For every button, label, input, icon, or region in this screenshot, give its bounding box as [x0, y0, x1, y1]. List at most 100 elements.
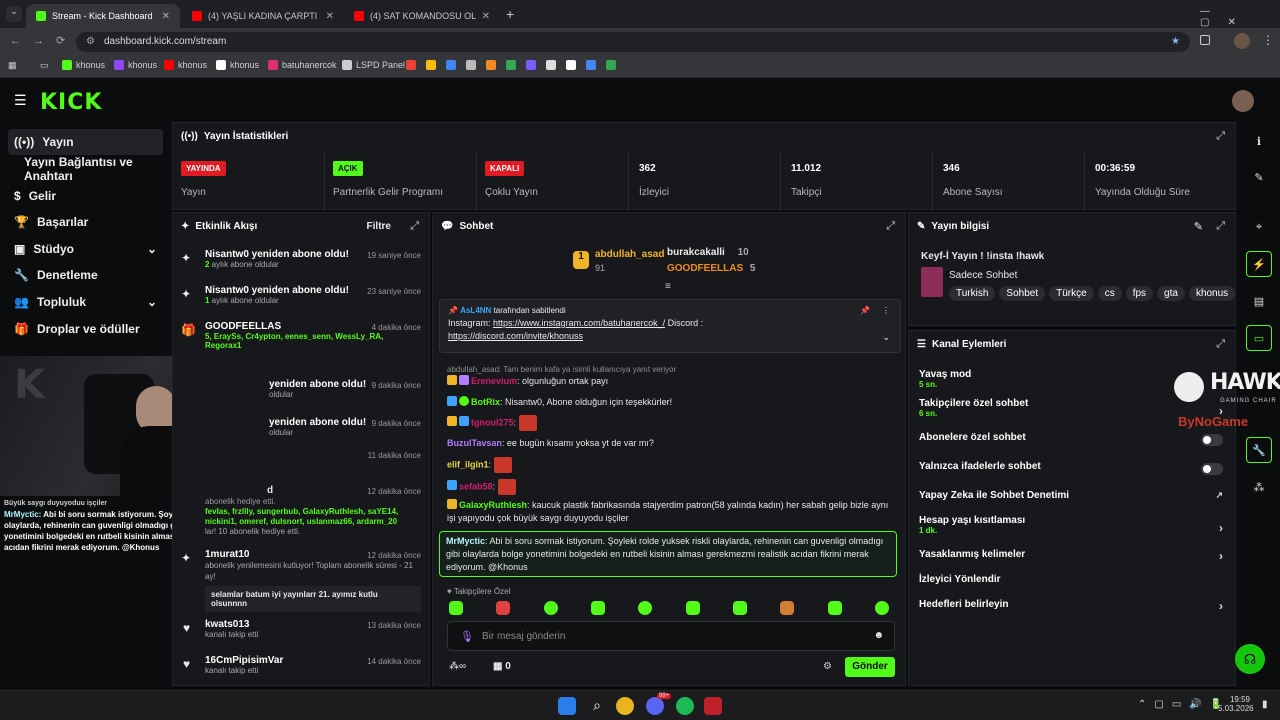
emote-icon[interactable]: [590, 601, 605, 615]
search-icon[interactable]: ⌕: [588, 697, 606, 715]
spotify-icon[interactable]: [676, 697, 694, 715]
bookmark-instagram[interactable]: batuhanercok: [268, 60, 337, 70]
emote-icon[interactable]: [685, 601, 700, 615]
points-count[interactable]: ▦ 0: [493, 661, 511, 672]
points-icon[interactable]: ⁂∞: [449, 661, 466, 672]
action-emote-only[interactable]: Yalnızca ifadelerle sohbet: [919, 461, 1229, 475]
emote-icon[interactable]: [732, 601, 747, 615]
sidebar-item-droplar[interactable]: 🎁 Droplar ve ödüller: [8, 316, 163, 342]
expand-icon[interactable]: ⤢: [1216, 130, 1225, 143]
tag[interactable]: cs: [1097, 286, 1122, 301]
sidebar-item-denetleme[interactable]: 🔧 Denetleme: [8, 262, 163, 288]
site-info-icon[interactable]: ⚙: [86, 32, 95, 52]
discord-icon[interactable]: [646, 697, 664, 715]
folder-icon[interactable]: ▭: [40, 60, 49, 71]
chrome-icon[interactable]: [616, 697, 634, 715]
emote-icon[interactable]: [449, 601, 463, 615]
sidebar-item-studyo[interactable]: ▣ Stüdyo ⌄: [8, 236, 163, 262]
close-icon[interactable]: ✕: [326, 11, 334, 22]
chevron-down-icon[interactable]: ⌄: [882, 331, 890, 344]
action-host[interactable]: İzleyici Yönlendir: [919, 574, 1229, 585]
bookmark-icons[interactable]: [406, 60, 616, 70]
support-headset-icon[interactable]: ☊: [1235, 644, 1265, 674]
action-goals[interactable]: Hedefleri belirleyin ›: [919, 599, 1229, 613]
send-button[interactable]: Gönder: [845, 657, 895, 677]
document-icon[interactable]: ▤: [1246, 288, 1272, 314]
collapse-icon[interactable]: ≡: [665, 281, 671, 292]
nav-buttons[interactable]: ←→⟳: [10, 34, 77, 47]
tab-youtube-1[interactable]: (4) YAŞLI KADINA ÇARPTI! Türk ✕: [182, 4, 344, 28]
action-account-age[interactable]: Hesap yaşı kısıtlaması 1 dk. ›: [919, 515, 1229, 535]
star-icon[interactable]: ★: [1171, 32, 1180, 52]
bookmark-khonus-x[interactable]: khonus: [216, 60, 259, 70]
emote-icon[interactable]: [827, 601, 842, 615]
emote-only-toggle[interactable]: [1201, 463, 1223, 475]
tab-kick-dashboard[interactable]: Stream - Kick Dashboard ✕: [26, 4, 180, 28]
emote-icon[interactable]: [638, 601, 653, 615]
system-tray-icons[interactable]: ⌃▢▭🔊🔋: [1138, 699, 1230, 710]
pencil-icon[interactable]: ✎: [1246, 164, 1272, 190]
action-ai-moderation[interactable]: Yapay Zeka ile Sohbet Denetimi ↗: [919, 490, 1229, 501]
sidebar-item-yayin[interactable]: ((•)) Yayın: [8, 129, 163, 155]
bolt-icon[interactable]: ⚡: [1246, 251, 1272, 277]
tag[interactable]: gta: [1157, 286, 1185, 301]
expand-icon[interactable]: ⤢: [1216, 220, 1225, 233]
focus-icon[interactable]: ⌖: [1246, 214, 1272, 240]
tab-youtube-2[interactable]: (4) SAT KOMANDOSU OLMAYI ✕: [344, 4, 500, 28]
expand-icon[interactable]: ⤢: [886, 220, 895, 233]
windows-start-icon[interactable]: [558, 697, 576, 715]
instagram-link[interactable]: https://www.instagram.com/batuhanercok_/: [493, 318, 665, 328]
category-name[interactable]: Sadece Sohbet: [949, 270, 1017, 281]
sidebar-item-stream-key[interactable]: Yayın Bağlantısı ve Anahtarı: [8, 155, 163, 183]
info-icon[interactable]: ℹ: [1246, 128, 1272, 154]
apps-icon[interactable]: ▦: [8, 60, 17, 71]
chat-input[interactable]: 🎙 Bir mesaj gönderin ☻: [447, 621, 895, 651]
new-tab-icon[interactable]: +: [506, 6, 514, 22]
sidebar-item-basarilar[interactable]: 🏆 Başarılar: [8, 209, 163, 235]
emote-icon[interactable]: [543, 601, 558, 615]
tag[interactable]: Türkçe: [1049, 286, 1094, 301]
more-icon[interactable]: ⋮: [882, 304, 890, 317]
sidebar-item-gelir[interactable]: $ Gelir: [8, 183, 163, 209]
bookmark-khonus-youtube[interactable]: khonus: [164, 60, 207, 70]
hamburger-menu-icon[interactable]: ☰: [14, 92, 27, 109]
points-rail-icon[interactable]: ⁂: [1246, 474, 1272, 500]
discord-link[interactable]: https://discord.com/invite/khonuss: [448, 331, 583, 341]
emote-icon[interactable]: [874, 601, 889, 615]
clock[interactable]: 19:59 5.03.2026: [1218, 695, 1254, 713]
notification-icon[interactable]: ▮: [1262, 699, 1268, 710]
extensions-icon[interactable]: [1200, 35, 1210, 45]
subscribers-only-toggle[interactable]: [1201, 434, 1223, 446]
filter-button[interactable]: Filtre: [367, 221, 391, 232]
tag[interactable]: fps: [1125, 286, 1154, 301]
tab-search-icon[interactable]: ⌄: [6, 6, 22, 22]
pin-icon[interactable]: 📌: [860, 304, 870, 317]
emote-icon[interactable]: [496, 601, 511, 615]
edit-icon[interactable]: ✎: [1194, 220, 1203, 233]
bookmark-khonus-kick[interactable]: khonus: [62, 60, 105, 70]
action-banned-words[interactable]: Yasaklanmış kelimeler ›: [919, 549, 1229, 563]
tag[interactable]: Sohbet: [999, 286, 1046, 301]
chat-settings-icon[interactable]: ⚙: [823, 661, 832, 672]
window-controls[interactable]: —▢✕: [1200, 6, 1280, 28]
sidebar-item-topluluk[interactable]: 👥 Topluluk ⌄: [8, 289, 163, 315]
wrench-rail-icon[interactable]: 🔧: [1246, 437, 1272, 463]
tag[interactable]: khonus: [1188, 286, 1236, 301]
mic-icon[interactable]: 🎙: [460, 630, 474, 643]
bookmark-khonus-twitch[interactable]: khonus: [114, 60, 157, 70]
bookmark-lspd[interactable]: LSPD Panel: [342, 60, 405, 70]
chat-rail-icon[interactable]: ▭: [1246, 325, 1272, 351]
expand-icon[interactable]: ⤢: [1216, 338, 1225, 351]
menu-dots-icon[interactable]: ⋮: [1262, 33, 1274, 47]
user-avatar[interactable]: [1232, 90, 1254, 112]
emoji-icon[interactable]: ☻: [873, 630, 884, 641]
close-icon[interactable]: ✕: [482, 11, 490, 22]
tag[interactable]: Turkish: [949, 286, 996, 301]
app-icon[interactable]: [704, 697, 722, 715]
kick-logo[interactable]: KICK: [40, 90, 102, 115]
expand-icon[interactable]: ⤢: [410, 220, 419, 233]
url-input[interactable]: ⚙ dashboard.kick.com/stream ★: [76, 32, 1190, 52]
emote-icon[interactable]: [780, 601, 795, 615]
close-icon[interactable]: ✕: [162, 11, 170, 22]
profile-avatar[interactable]: [1234, 33, 1250, 49]
